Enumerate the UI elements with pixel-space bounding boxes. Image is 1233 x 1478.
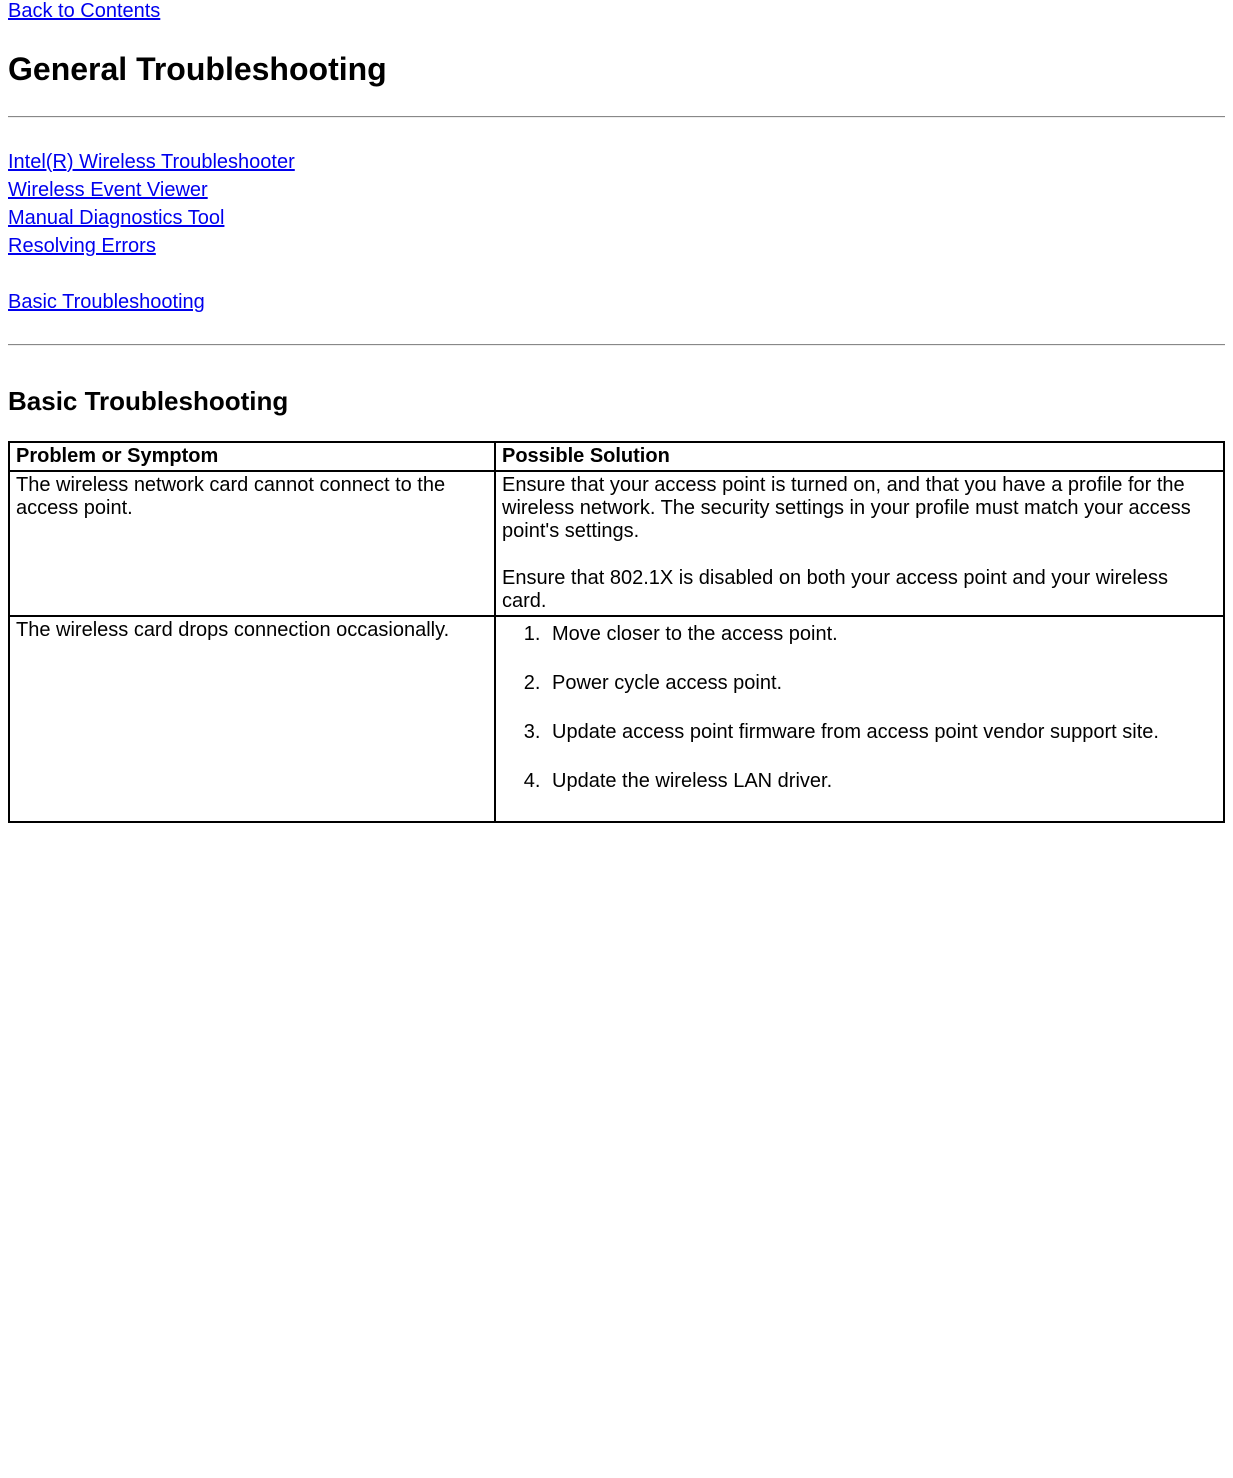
list-item: Power cycle access point. <box>546 672 1217 695</box>
list-item: Update access point firmware from access… <box>546 721 1217 744</box>
page-title: General Troubleshooting <box>8 51 1225 88</box>
section-heading-basic-troubleshooting: Basic Troubleshooting <box>8 386 1225 417</box>
list-item: Update the wireless LAN driver. <box>546 770 1217 793</box>
solution-paragraph: Ensure that 802.1X is disabled on both y… <box>502 567 1168 612</box>
table-cell-problem: The wireless network card cannot connect… <box>9 471 495 616</box>
divider <box>8 116 1225 118</box>
table-cell-solution: Ensure that your access point is turned … <box>495 471 1224 616</box>
table-row: The wireless network card cannot connect… <box>9 471 1224 616</box>
link-wireless-event-viewer[interactable]: Wireless Event Viewer <box>8 179 208 201</box>
solution-list: Move closer to the access point. Power c… <box>502 623 1217 793</box>
table-cell-problem: The wireless card drops connection occas… <box>9 616 495 822</box>
section-links: Intel(R) Wireless Troubleshooter Wireles… <box>8 148 1225 316</box>
table-header-problem: Problem or Symptom <box>9 442 495 471</box>
troubleshooting-table: Problem or Symptom Possible Solution The… <box>8 441 1225 823</box>
link-basic-troubleshooting[interactable]: Basic Troubleshooting <box>8 291 205 313</box>
link-intel-wireless-troubleshooter[interactable]: Intel(R) Wireless Troubleshooter <box>8 151 295 173</box>
solution-paragraph: Ensure that your access point is turned … <box>502 474 1191 542</box>
divider <box>8 344 1225 346</box>
back-to-contents-link[interactable]: Back to Contents <box>8 0 160 22</box>
table-header-row: Problem or Symptom Possible Solution <box>9 442 1224 471</box>
link-resolving-errors[interactable]: Resolving Errors <box>8 235 156 257</box>
table-header-solution: Possible Solution <box>495 442 1224 471</box>
link-manual-diagnostics-tool[interactable]: Manual Diagnostics Tool <box>8 207 224 229</box>
table-row: The wireless card drops connection occas… <box>9 616 1224 822</box>
list-item: Move closer to the access point. <box>546 623 1217 646</box>
table-cell-solution: Move closer to the access point. Power c… <box>495 616 1224 822</box>
